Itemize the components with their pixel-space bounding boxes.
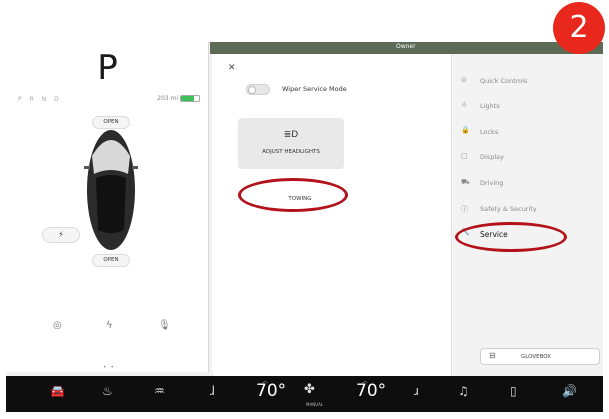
fan-icon[interactable]: ✤ [304, 382, 315, 397]
charge-port-button[interactable]: ⚡ [42, 227, 80, 243]
map-owner-label: Owner [396, 43, 416, 50]
display-icon: ▢ [461, 152, 468, 160]
wiper-service-toggle[interactable] [246, 84, 270, 95]
seat-heater-left-icon[interactable]: ɺ [210, 384, 215, 398]
fan-mode-label: MANUAL [306, 402, 324, 407]
page-indicator: • • [103, 364, 115, 371]
quick-controls-icon: ⊙ [461, 76, 467, 84]
driver-temp[interactable]: 70° [256, 381, 286, 401]
driving-icon: ⛟ [461, 178, 470, 186]
bottom-control-bar: 🚘 ♨ ♒ ɺ ︿ 70° ✤ MANUAL ︿ 70° ɹ ♫ ▯ 🔊 [6, 376, 603, 412]
seat-heater-right-icon[interactable]: ɹ [414, 384, 419, 398]
sidebar-item-quick-controls[interactable]: Quick Controls [480, 77, 527, 85]
charging-icon[interactable]: ϟ [106, 320, 113, 331]
microphone-icon[interactable]: 🎙 [158, 320, 171, 331]
passenger-temp[interactable]: 70° [356, 381, 386, 401]
target-icon[interactable]: ◎ [53, 320, 62, 331]
sidebar-item-display[interactable]: Display [480, 153, 504, 161]
glovebox-button[interactable]: ⊟ GLOVEBOX [480, 348, 600, 365]
music-icon[interactable]: ♫ [458, 384, 469, 398]
car-icon[interactable]: 🚘 [50, 384, 65, 398]
sidebar-item-locks[interactable]: Locks [480, 128, 498, 136]
towing-highlight [238, 178, 348, 212]
front-defrost-icon[interactable]: ♒ [154, 384, 165, 398]
headlight-icon: ≣D [283, 130, 299, 140]
gear-indicator: P [97, 48, 118, 88]
glovebox-icon: ⊟ [489, 351, 496, 360]
sidebar-item-safety-security[interactable]: Safety & Security [480, 205, 537, 213]
wiper-service-label: Wiper Service Mode [282, 85, 347, 93]
phone-icon[interactable]: ▯ [510, 384, 517, 398]
lock-icon: 🔒 [461, 126, 470, 134]
battery-fill [181, 96, 194, 101]
adjust-headlights-label: ADJUST HEADLIGHTS [262, 149, 320, 155]
glovebox-label: GLOVEBOX [521, 354, 552, 360]
rear-defrost-icon[interactable]: ♨ [102, 384, 113, 398]
sidebar-item-lights[interactable]: Lights [480, 102, 500, 110]
sidebar-item-driving[interactable]: Driving [480, 179, 503, 187]
range-readout: 203 mi [157, 95, 178, 102]
gear-selector-row: P R N D [18, 96, 62, 103]
service-highlight [455, 222, 567, 252]
toggle-knob [248, 86, 256, 94]
volume-icon[interactable]: 🔊 [562, 384, 577, 398]
adjust-headlights-button[interactable]: ≣D ADJUST HEADLIGHTS [238, 118, 344, 169]
open-trunk-button[interactable]: OPEN [92, 254, 130, 267]
car-status-panel: P P R N D 203 mi OPEN ⚡ OPEN ◎ ϟ 🎙 • • [6, 42, 209, 372]
lights-icon: ☼ [461, 101, 468, 109]
step-number-badge: 2 [553, 2, 605, 54]
close-icon[interactable]: ✕ [228, 63, 236, 73]
info-icon: ⓘ [461, 205, 468, 213]
settings-sidebar [451, 54, 603, 376]
battery-icon [180, 95, 200, 102]
car-top-view-icon [84, 130, 138, 250]
